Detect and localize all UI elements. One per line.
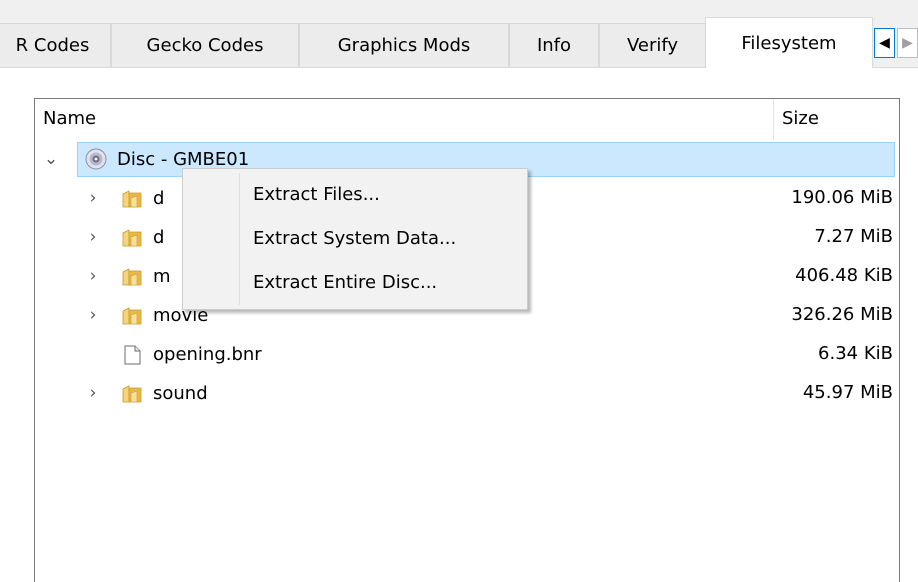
tab-info[interactable]: Info [509, 23, 599, 67]
tab-ar-codes[interactable]: R Codes [0, 23, 111, 67]
collapse-icon[interactable]: ⌄ [41, 141, 61, 180]
tree-row-label: opening.bnr [153, 344, 262, 365]
tree-row-label: d [153, 227, 165, 248]
tab-gecko-codes[interactable]: Gecko Codes [111, 23, 299, 67]
tree-row[interactable]: opening.bnr 6.34 KiB [35, 336, 899, 375]
disc-icon [85, 148, 107, 170]
tree-row-size: 7.27 MiB [814, 226, 893, 247]
tree-row-size: 190.06 MiB [791, 187, 893, 208]
tree-row-size: 45.97 MiB [802, 382, 893, 403]
expand-icon[interactable]: › [83, 180, 103, 219]
folder-icon [122, 307, 142, 325]
menu-item-extract-entire-disc[interactable]: Extract Entire Disc... [185, 265, 525, 303]
tree-header: Name Size [35, 99, 899, 141]
folder-icon [122, 229, 142, 247]
tree-row-size: 6.34 KiB [818, 343, 893, 364]
menu-item-label: Extract Files... [253, 184, 380, 205]
column-header-size[interactable]: Size [774, 99, 899, 141]
menu-item-label: Extract System Data... [253, 228, 457, 249]
tab-strip: R Codes Gecko Codes Graphics Mods Info V… [0, 0, 918, 68]
tree-row-label: d [153, 188, 165, 209]
expand-icon[interactable]: › [83, 219, 103, 258]
tree-row-size: 326.26 MiB [791, 304, 893, 325]
tree-row-label: sound [153, 383, 208, 404]
folder-icon [122, 190, 142, 208]
expand-icon[interactable]: › [83, 297, 103, 336]
tab-scroll-left-button[interactable]: ◀ [874, 28, 895, 58]
tree-row[interactable]: › sound 45.97 MiB [35, 375, 899, 414]
menu-item-label: Extract Entire Disc... [253, 272, 438, 293]
tab-graphics-mods[interactable]: Graphics Mods [299, 23, 509, 67]
context-menu: Extract Files... Extract System Data... … [182, 168, 528, 310]
expand-icon[interactable]: › [83, 258, 103, 297]
tab-filesystem[interactable]: Filesystem [705, 17, 873, 68]
menu-item-extract-files[interactable]: Extract Files... [185, 177, 525, 215]
tree-row-label: m [153, 266, 171, 287]
tree-row-size: 406.48 KiB [795, 265, 893, 286]
column-header-name[interactable]: Name [35, 99, 774, 141]
tab-scroll-right-button[interactable]: ▶ [897, 28, 918, 58]
filesystem-page: Name Size ⌄ Disc - GMBE01 › d 190.06 MiB… [0, 67, 918, 582]
dolphin-properties-window: R Codes Gecko Codes Graphics Mods Info V… [0, 0, 918, 582]
expand-icon[interactable]: › [83, 375, 103, 414]
menu-item-extract-system-data[interactable]: Extract System Data... [185, 221, 525, 259]
tab-verify[interactable]: Verify [599, 23, 706, 67]
file-icon [124, 345, 141, 365]
folder-icon [122, 385, 142, 403]
folder-icon [122, 268, 142, 286]
